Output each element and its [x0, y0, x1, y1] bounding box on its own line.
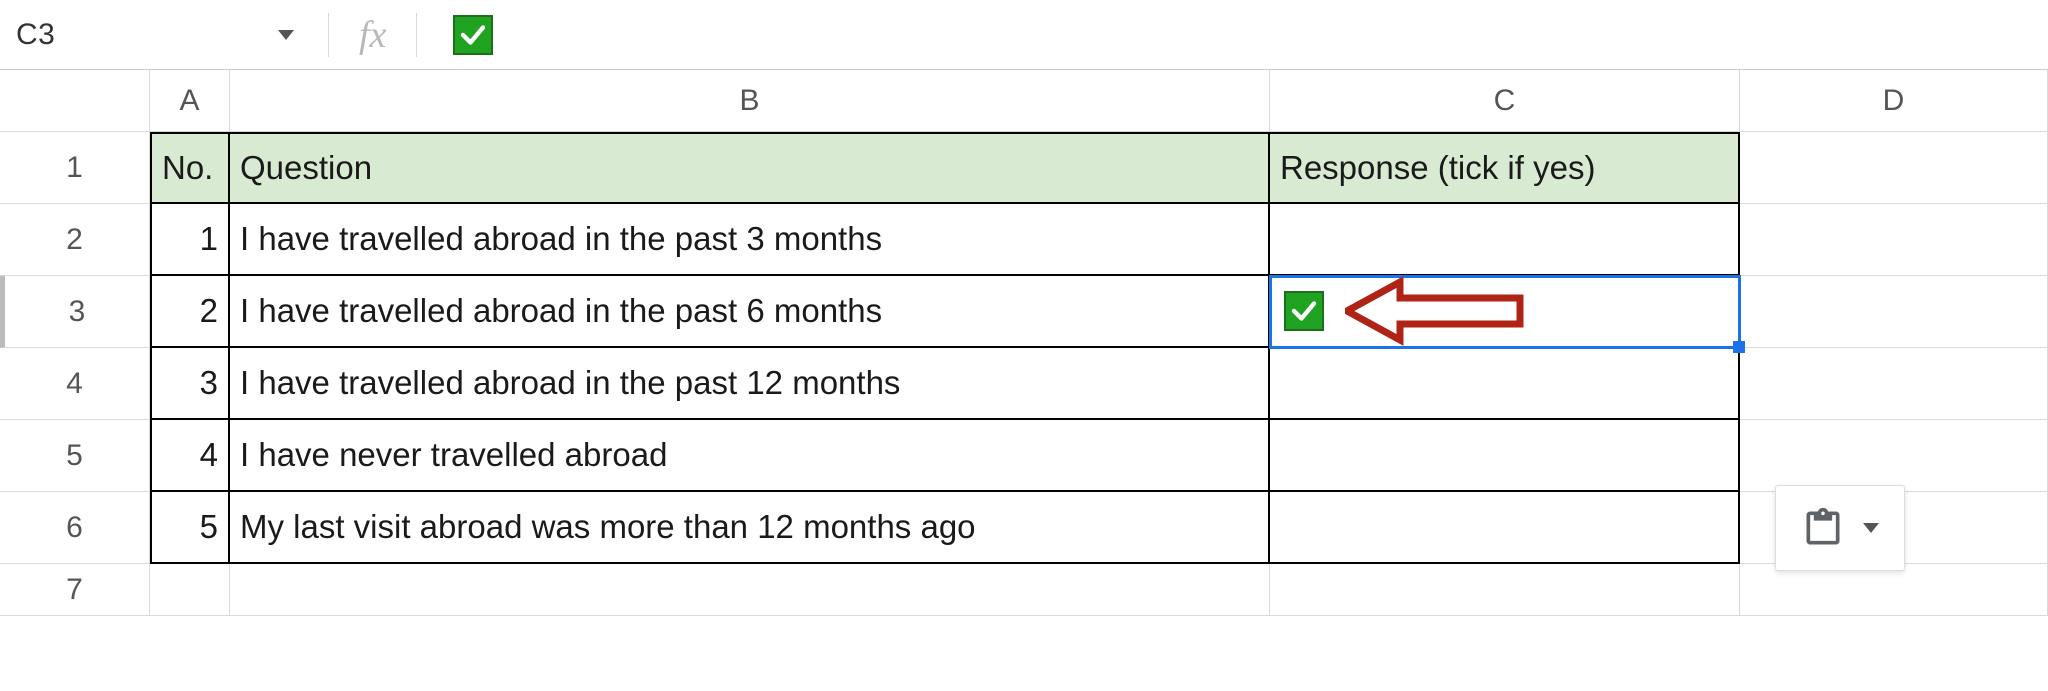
- cell-D3[interactable]: [1740, 276, 2048, 348]
- column-header-C[interactable]: C: [1270, 70, 1740, 132]
- cell-A1[interactable]: No.: [150, 132, 230, 204]
- cell-D4[interactable]: [1740, 348, 2048, 420]
- divider: [416, 13, 417, 57]
- cell-C5[interactable]: [1270, 420, 1740, 492]
- spreadsheet-grid[interactable]: A B C D 1 No. Question Response (tick if…: [0, 70, 2048, 616]
- cell-C2[interactable]: [1270, 204, 1740, 276]
- cell-B4[interactable]: I have travelled abroad in the past 12 m…: [230, 348, 1270, 420]
- cell-B5[interactable]: I have never travelled abroad: [230, 420, 1270, 492]
- cell-B3[interactable]: I have travelled abroad in the past 6 mo…: [230, 276, 1270, 348]
- active-cell-ref: C3: [16, 18, 55, 52]
- divider: [328, 13, 329, 57]
- cell-D2[interactable]: [1740, 204, 2048, 276]
- column-header-A[interactable]: A: [150, 70, 230, 132]
- row-header-4[interactable]: 4: [0, 348, 150, 420]
- cell-A5[interactable]: 4: [150, 420, 230, 492]
- cell-D7[interactable]: [1740, 564, 2048, 616]
- cell-A7[interactable]: [150, 564, 230, 616]
- cell-C3[interactable]: [1270, 276, 1740, 348]
- formula-bar: C3 fx: [0, 0, 2048, 70]
- cell-C6[interactable]: [1270, 492, 1740, 564]
- column-header-B[interactable]: B: [230, 70, 1270, 132]
- chevron-down-icon[interactable]: [278, 30, 294, 40]
- checkmark-icon: [1284, 291, 1324, 331]
- row-header-7[interactable]: 7: [0, 564, 150, 616]
- cell-B1[interactable]: Question: [230, 132, 1270, 204]
- cell-A2[interactable]: 1: [150, 204, 230, 276]
- paste-options-button[interactable]: [1775, 485, 1905, 571]
- cell-B7[interactable]: [230, 564, 1270, 616]
- row-header-6[interactable]: 6: [0, 492, 150, 564]
- formula-input[interactable]: [433, 15, 493, 55]
- row-header-5[interactable]: 5: [0, 420, 150, 492]
- checkmark-icon: [453, 15, 493, 55]
- chevron-down-icon: [1863, 523, 1879, 533]
- cell-D5[interactable]: [1740, 420, 2048, 492]
- cell-C4[interactable]: [1270, 348, 1740, 420]
- cell-A4[interactable]: 3: [150, 348, 230, 420]
- fx-icon[interactable]: fx: [345, 13, 400, 57]
- cell-A6[interactable]: 5: [150, 492, 230, 564]
- cell-C7[interactable]: [1270, 564, 1740, 616]
- column-header-D[interactable]: D: [1740, 70, 2048, 132]
- arrow-left-icon: [1345, 276, 1565, 346]
- clipboard-icon: [1801, 506, 1845, 550]
- row-header-3[interactable]: 3: [0, 276, 150, 348]
- cell-C1[interactable]: Response (tick if yes): [1270, 132, 1740, 204]
- cell-B6[interactable]: My last visit abroad was more than 12 mo…: [230, 492, 1270, 564]
- cell-A3[interactable]: 2: [150, 276, 230, 348]
- cell-D1[interactable]: [1740, 132, 2048, 204]
- name-box[interactable]: C3: [12, 18, 312, 52]
- select-all-corner[interactable]: [0, 70, 150, 132]
- row-header-1[interactable]: 1: [0, 132, 150, 204]
- row-header-2[interactable]: 2: [0, 204, 150, 276]
- cell-B2[interactable]: I have travelled abroad in the past 3 mo…: [230, 204, 1270, 276]
